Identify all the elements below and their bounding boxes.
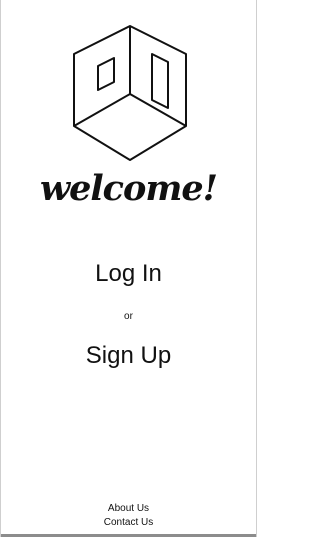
about-us-link[interactable]: About Us <box>1 503 256 514</box>
welcome-screen: welcome! Log In or Sign Up About Us Cont… <box>0 0 257 537</box>
contact-us-link[interactable]: Contact Us <box>1 517 256 528</box>
welcome-heading: welcome! <box>39 168 218 209</box>
signup-link[interactable]: Sign Up <box>1 342 256 370</box>
or-separator: or <box>124 311 133 322</box>
login-link[interactable]: Log In <box>1 260 256 288</box>
cube-room-icon <box>73 25 187 161</box>
